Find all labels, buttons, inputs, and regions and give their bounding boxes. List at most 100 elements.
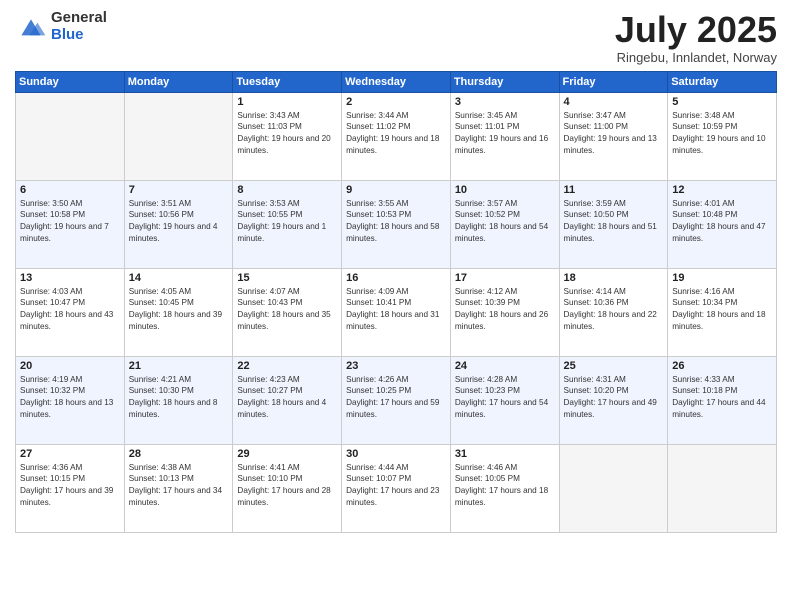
table-row: 6 Sunrise: 3:50 AM Sunset: 10:58 PM Dayli… xyxy=(16,180,125,268)
day-info: Sunrise: 4:01 AM Sunset: 10:48 PM Daylig… xyxy=(672,198,772,246)
day-info: Sunrise: 3:53 AM Sunset: 10:55 PM Daylig… xyxy=(237,198,337,246)
table-row: 23Sunrise: 4:26 AM Sunset: 10:25 PM Dayl… xyxy=(342,356,451,444)
day-number: 24 xyxy=(455,360,555,372)
header-friday: Friday xyxy=(559,71,668,92)
day-number: 10 xyxy=(455,184,555,196)
table-row: 15 Sunrise: 4:07 AM Sunset: 10:43 PM Dayl… xyxy=(233,268,342,356)
day-info: Sunrise: 3:55 AM Sunset: 10:53 PM Daylig… xyxy=(346,198,446,246)
day-number: 1 xyxy=(237,96,337,108)
table-row: 8 Sunrise: 3:53 AM Sunset: 10:55 PM Dayli… xyxy=(233,180,342,268)
day-number: 28 xyxy=(129,448,229,460)
day-number: 26 xyxy=(672,360,772,372)
header-wednesday: Wednesday xyxy=(342,71,451,92)
table-row: 7Sunrise: 3:51 AM Sunset: 10:56 PM Dayli… xyxy=(124,180,233,268)
day-info: Sunrise: 3:48 AM Sunset: 10:59 PM Daylig… xyxy=(672,110,772,158)
table-row: 3Sunrise: 3:45 AM Sunset: 11:01 PM Dayli… xyxy=(450,92,559,180)
table-row xyxy=(124,92,233,180)
day-number: 27 xyxy=(20,448,120,460)
table-row: 27 Sunrise: 4:36 AM Sunset: 10:15 PM Dayl… xyxy=(16,444,125,532)
day-number: 18 xyxy=(564,272,664,284)
day-number: 5 xyxy=(672,96,772,108)
day-info: Sunrise: 4:44 AM Sunset: 10:07 PM Daylig… xyxy=(346,462,446,510)
page-header: General Blue July 2025 Ringebu, Innlande… xyxy=(15,10,777,65)
day-number: 4 xyxy=(564,96,664,108)
logo-general: General xyxy=(51,10,107,27)
table-row: 2 Sunrise: 3:44 AM Sunset: 11:02 PM Dayli… xyxy=(342,92,451,180)
header-saturday: Saturday xyxy=(668,71,777,92)
table-row: 16 Sunrise: 4:09 AM Sunset: 10:41 PM Dayl… xyxy=(342,268,451,356)
table-row xyxy=(16,92,125,180)
calendar-header-row: Sunday Monday Tuesday Wednesday Thursday… xyxy=(16,71,777,92)
day-number: 20 xyxy=(20,360,120,372)
day-number: 31 xyxy=(455,448,555,460)
day-number: 16 xyxy=(346,272,446,284)
day-info: Sunrise: 3:47 AM Sunset: 11:00 PM Daylig… xyxy=(564,110,664,158)
day-info: Sunrise: 4:14 AM Sunset: 10:36 PM Daylig… xyxy=(564,286,664,334)
table-row: 26 Sunrise: 4:33 AM Sunset: 10:18 PM Dayl… xyxy=(668,356,777,444)
day-info: Sunrise: 4:26 AM Sunset: 10:25 PM Daylig… xyxy=(346,374,446,422)
table-row: 17 Sunrise: 4:12 AM Sunset: 10:39 PM Dayl… xyxy=(450,268,559,356)
table-row: 24 Sunrise: 4:28 AM Sunset: 10:23 PM Dayl… xyxy=(450,356,559,444)
day-info: Sunrise: 4:03 AM Sunset: 10:47 PM Daylig… xyxy=(20,286,120,334)
day-number: 19 xyxy=(672,272,772,284)
day-number: 21 xyxy=(129,360,229,372)
calendar-table: Sunday Monday Tuesday Wednesday Thursday… xyxy=(15,71,777,533)
day-number: 9 xyxy=(346,184,446,196)
day-info: Sunrise: 4:38 AM Sunset: 10:13 PM Daylig… xyxy=(129,462,229,510)
month-title: July 2025 xyxy=(615,10,777,50)
day-number: 15 xyxy=(237,272,337,284)
table-row: 13 Sunrise: 4:03 AM Sunset: 10:47 PM Dayl… xyxy=(16,268,125,356)
day-info: Sunrise: 4:16 AM Sunset: 10:34 PM Daylig… xyxy=(672,286,772,334)
header-tuesday: Tuesday xyxy=(233,71,342,92)
day-info: Sunrise: 4:21 AM Sunset: 10:30 PM Daylig… xyxy=(129,374,229,422)
table-row: 1Sunrise: 3:43 AM Sunset: 11:03 PM Dayli… xyxy=(233,92,342,180)
day-number: 30 xyxy=(346,448,446,460)
day-info: Sunrise: 3:59 AM Sunset: 10:50 PM Daylig… xyxy=(564,198,664,246)
location-subtitle: Ringebu, Innlandet, Norway xyxy=(615,50,777,65)
day-info: Sunrise: 4:33 AM Sunset: 10:18 PM Daylig… xyxy=(672,374,772,422)
day-number: 14 xyxy=(129,272,229,284)
table-row: 21 Sunrise: 4:21 AM Sunset: 10:30 PM Dayl… xyxy=(124,356,233,444)
day-info: Sunrise: 4:09 AM Sunset: 10:41 PM Daylig… xyxy=(346,286,446,334)
day-number: 13 xyxy=(20,272,120,284)
day-number: 17 xyxy=(455,272,555,284)
day-number: 29 xyxy=(237,448,337,460)
table-row: 14Sunrise: 4:05 AM Sunset: 10:45 PM Dayl… xyxy=(124,268,233,356)
day-info: Sunrise: 3:51 AM Sunset: 10:56 PM Daylig… xyxy=(129,198,229,246)
day-info: Sunrise: 4:12 AM Sunset: 10:39 PM Daylig… xyxy=(455,286,555,334)
day-info: Sunrise: 3:50 AM Sunset: 10:58 PM Daylig… xyxy=(20,198,120,246)
day-number: 25 xyxy=(564,360,664,372)
table-row: 9 Sunrise: 3:55 AM Sunset: 10:53 PM Dayli… xyxy=(342,180,451,268)
day-info: Sunrise: 3:44 AM Sunset: 11:02 PM Daylig… xyxy=(346,110,446,158)
day-info: Sunrise: 4:28 AM Sunset: 10:23 PM Daylig… xyxy=(455,374,555,422)
table-row: 18 Sunrise: 4:14 AM Sunset: 10:36 PM Dayl… xyxy=(559,268,668,356)
table-row: 28 Sunrise: 4:38 AM Sunset: 10:13 PM Dayl… xyxy=(124,444,233,532)
day-info: Sunrise: 4:23 AM Sunset: 10:27 PM Daylig… xyxy=(237,374,337,422)
header-thursday: Thursday xyxy=(450,71,559,92)
table-row: 11Sunrise: 3:59 AM Sunset: 10:50 PM Dayl… xyxy=(559,180,668,268)
calendar-week-row: 1Sunrise: 3:43 AM Sunset: 11:03 PM Dayli… xyxy=(16,92,777,180)
day-number: 3 xyxy=(455,96,555,108)
header-monday: Monday xyxy=(124,71,233,92)
header-sunday: Sunday xyxy=(16,71,125,92)
day-number: 6 xyxy=(20,184,120,196)
calendar-week-row: 13 Sunrise: 4:03 AM Sunset: 10:47 PM Dayl… xyxy=(16,268,777,356)
table-row: 4 Sunrise: 3:47 AM Sunset: 11:00 PM Dayli… xyxy=(559,92,668,180)
logo-text: General Blue xyxy=(51,10,107,43)
day-info: Sunrise: 4:19 AM Sunset: 10:32 PM Daylig… xyxy=(20,374,120,422)
calendar-week-row: 20 Sunrise: 4:19 AM Sunset: 10:32 PM Dayl… xyxy=(16,356,777,444)
logo-icon xyxy=(15,13,47,41)
day-number: 2 xyxy=(346,96,446,108)
day-info: Sunrise: 4:41 AM Sunset: 10:10 PM Daylig… xyxy=(237,462,337,510)
day-number: 12 xyxy=(672,184,772,196)
table-row: 22Sunrise: 4:23 AM Sunset: 10:27 PM Dayl… xyxy=(233,356,342,444)
day-info: Sunrise: 4:36 AM Sunset: 10:15 PM Daylig… xyxy=(20,462,120,510)
day-info: Sunrise: 3:57 AM Sunset: 10:52 PM Daylig… xyxy=(455,198,555,246)
day-info: Sunrise: 4:31 AM Sunset: 10:20 PM Daylig… xyxy=(564,374,664,422)
day-info: Sunrise: 4:07 AM Sunset: 10:43 PM Daylig… xyxy=(237,286,337,334)
day-info: Sunrise: 4:46 AM Sunset: 10:05 PM Daylig… xyxy=(455,462,555,510)
table-row: 5 Sunrise: 3:48 AM Sunset: 10:59 PM Dayli… xyxy=(668,92,777,180)
calendar-week-row: 6 Sunrise: 3:50 AM Sunset: 10:58 PM Dayli… xyxy=(16,180,777,268)
day-number: 8 xyxy=(237,184,337,196)
table-row xyxy=(559,444,668,532)
